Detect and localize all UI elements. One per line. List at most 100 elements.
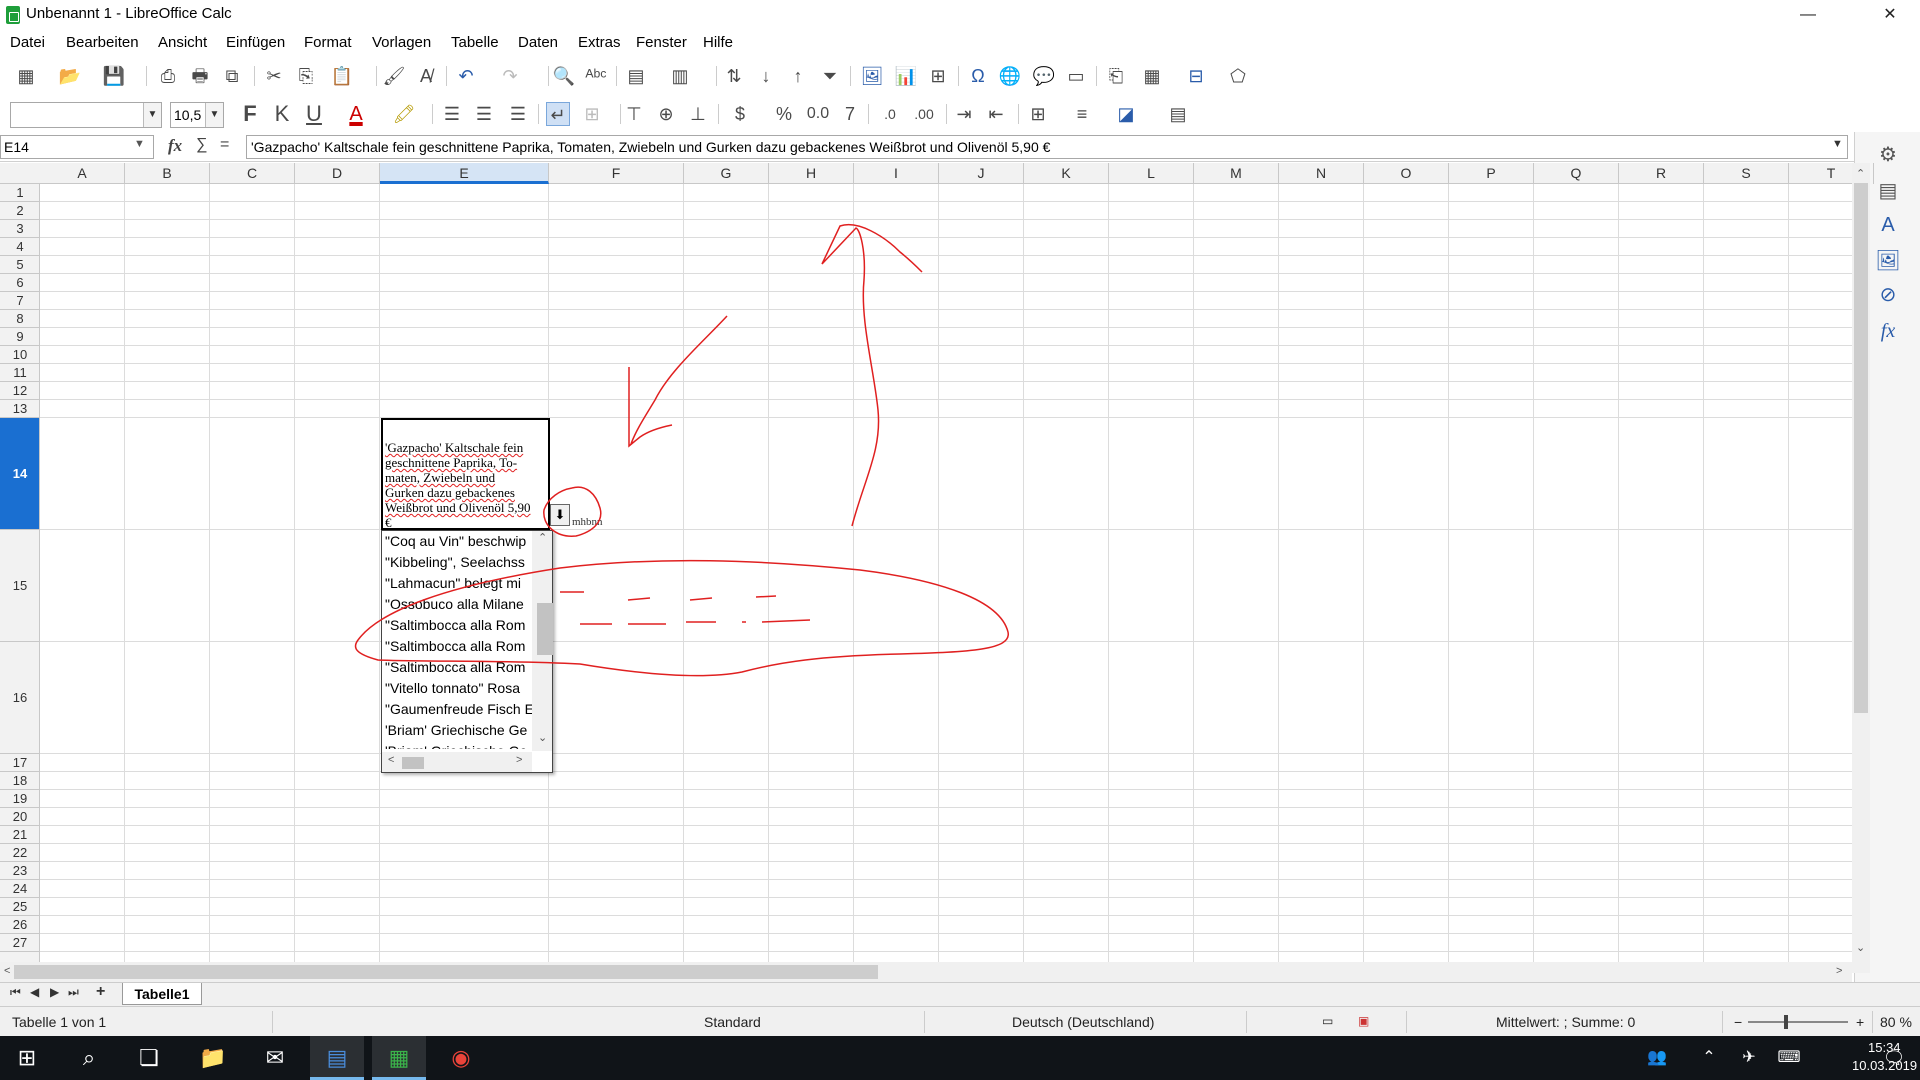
first-sheet-button[interactable]: ⏮ — [10, 985, 21, 1000]
border-color-icon[interactable]: ◪ — [1114, 102, 1138, 126]
paste-icon[interactable]: 📋 — [330, 64, 354, 88]
borders-icon[interactable]: ⊞ — [1026, 102, 1050, 126]
row-header-24[interactable]: 24 — [0, 880, 39, 898]
row-header-11[interactable]: 11 — [0, 364, 39, 382]
show-draw-functions-icon[interactable]: ⬠ — [1226, 64, 1250, 88]
add-decimal-button[interactable]: .0 — [878, 102, 902, 126]
row-header-9[interactable]: 9 — [0, 328, 39, 346]
row-header-14[interactable]: 14 — [0, 418, 39, 530]
save-icon[interactable]: 💾 — [102, 64, 126, 88]
add-sheet-button[interactable]: + — [96, 983, 105, 1001]
menu-einfuegen[interactable]: Einfügen — [226, 34, 285, 51]
align-bottom-icon[interactable]: ⊥ — [686, 102, 710, 126]
main-vertical-scrollbar[interactable]: ⌃ ⌄ — [1852, 163, 1870, 973]
name-box[interactable]: E14 — [0, 135, 154, 159]
column-header-h[interactable]: H — [769, 163, 854, 184]
row-header-16[interactable]: 16 — [0, 642, 39, 754]
merge-cells-icon[interactable]: ⊞ — [580, 102, 604, 126]
column-header-l[interactable]: L — [1109, 163, 1194, 184]
insert-chart-icon[interactable]: 📊 — [894, 64, 918, 88]
list-horizontal-scrollbar[interactable]: < > — [382, 752, 532, 772]
row-header-15[interactable]: 15 — [0, 530, 39, 642]
row-header-23[interactable]: 23 — [0, 862, 39, 880]
menu-format[interactable]: Format — [304, 34, 352, 51]
dropdown-list-item[interactable]: 'Briam' Griechische Ge — [382, 720, 532, 741]
menu-daten[interactable]: Daten — [518, 34, 558, 51]
autoinput-dropdown-button[interactable]: ⬇ — [550, 504, 570, 526]
undo-icon[interactable]: ↶ — [454, 64, 478, 88]
copy-icon[interactable]: ⎘ — [294, 64, 318, 88]
active-cell-e14[interactable]: 'Gazpacho' Kaltschale fein geschnittene P… — [381, 418, 550, 530]
delete-decimal-button[interactable]: .00 — [912, 102, 936, 126]
conditional-format-icon[interactable]: ▤ — [1166, 102, 1190, 126]
formula-input[interactable]: 'Gazpacho' Kaltschale fein geschnittene … — [246, 135, 1848, 159]
new-document-icon[interactable]: ▦ — [14, 64, 38, 88]
sidebar-styles-icon[interactable]: A — [1875, 212, 1901, 238]
align-left-icon[interactable]: ☰ — [440, 102, 464, 126]
menu-tabelle[interactable]: Tabelle — [451, 34, 499, 51]
dropdown-list-item[interactable]: "Kibbeling", Seelachss — [382, 552, 532, 573]
zoom-in-button[interactable]: + — [1856, 1014, 1864, 1030]
row-header-2[interactable]: 2 — [0, 202, 39, 220]
insert-image-icon[interactable]: 🖼 — [860, 64, 884, 88]
hyperlink-icon[interactable]: 🌐 — [998, 64, 1022, 88]
sidebar-properties-icon[interactable]: ▤ — [1875, 178, 1901, 204]
name-box-dropdown-icon[interactable]: ▼ — [134, 138, 145, 150]
sort-descending-icon[interactable]: ↑ — [786, 64, 810, 88]
number-format-button[interactable]: 0.0 — [806, 102, 830, 126]
spreadsheet-grid[interactable] — [40, 184, 1852, 972]
maximize-button[interactable] — [1800, 0, 1860, 30]
column-header-k[interactable]: K — [1024, 163, 1109, 184]
align-center-icon[interactable]: ☰ — [472, 102, 496, 126]
column-header-e[interactable]: E — [380, 163, 549, 184]
language[interactable]: Deutsch (Deutschland) — [1012, 1014, 1154, 1030]
menu-extras[interactable]: Extras — [578, 34, 621, 51]
row-header-10[interactable]: 10 — [0, 346, 39, 364]
dropdown-list-item[interactable]: "Ossobuco alla Milane — [382, 594, 532, 615]
zoom-out-button[interactable]: − — [1734, 1014, 1742, 1030]
column-header-g[interactable]: G — [684, 163, 769, 184]
row-header-27[interactable]: 27 — [0, 934, 39, 952]
row-header-8[interactable]: 8 — [0, 310, 39, 328]
task-view-icon[interactable]: ❏ — [122, 1036, 176, 1080]
last-sheet-button[interactable]: ⏭ — [68, 985, 79, 1000]
menu-fenster[interactable]: Fenster — [636, 34, 687, 51]
split-window-icon[interactable]: ⊟ — [1184, 64, 1208, 88]
font-name-combo[interactable]: ▼ — [10, 102, 162, 128]
decrease-indent-icon[interactable]: ⇤ — [984, 102, 1008, 126]
page-style[interactable]: Standard — [704, 1014, 761, 1030]
menu-datei[interactable]: Datei — [10, 34, 45, 51]
function-wizard-button[interactable]: fx — [168, 136, 182, 156]
row-header-17[interactable]: 17 — [0, 754, 39, 772]
column-header-n[interactable]: N — [1279, 163, 1364, 184]
column-header-b[interactable]: B — [125, 163, 210, 184]
open-folder-icon[interactable]: 📂 — [58, 64, 82, 88]
italic-button[interactable]: K — [270, 102, 294, 126]
mail-icon[interactable]: ✉ — [248, 1036, 302, 1080]
dropdown-list-item[interactable]: "Saltimbocca alla Rom — [382, 657, 532, 678]
column-header-r[interactable]: R — [1619, 163, 1704, 184]
menu-vorlagen[interactable]: Vorlagen — [372, 34, 431, 51]
sort-ascending-icon[interactable]: ↓ — [754, 64, 778, 88]
define-print-area-icon[interactable]: ⎗ — [1104, 64, 1128, 88]
close-button[interactable]: ✕ — [1860, 0, 1920, 30]
writer-icon[interactable]: ▤ — [310, 1036, 364, 1080]
formula-button[interactable]: = — [220, 136, 229, 154]
row-header-26[interactable]: 26 — [0, 916, 39, 934]
sheet-tab-tabelle1[interactable]: Tabelle1 — [122, 983, 202, 1005]
comment-icon[interactable]: 💬 — [1032, 64, 1056, 88]
sort-icon[interactable]: ⇅ — [722, 64, 746, 88]
column-header-c[interactable]: C — [210, 163, 295, 184]
row-header-21[interactable]: 21 — [0, 826, 39, 844]
column-header-j[interactable]: J — [939, 163, 1024, 184]
underline-button[interactable]: U — [302, 102, 326, 126]
print-icon[interactable]: 🖶 — [188, 64, 212, 88]
sum-button[interactable]: ∑ — [196, 136, 207, 154]
sidebar-gallery-icon[interactable]: 🖼 — [1875, 248, 1901, 274]
row-header-3[interactable]: 3 — [0, 220, 39, 238]
menu-ansicht[interactable]: Ansicht — [158, 34, 207, 51]
font-color-icon[interactable]: A — [344, 102, 368, 126]
align-right-icon[interactable]: ☰ — [506, 102, 530, 126]
row-header-12[interactable]: 12 — [0, 382, 39, 400]
currency-format-button[interactable]: $ — [728, 102, 752, 126]
